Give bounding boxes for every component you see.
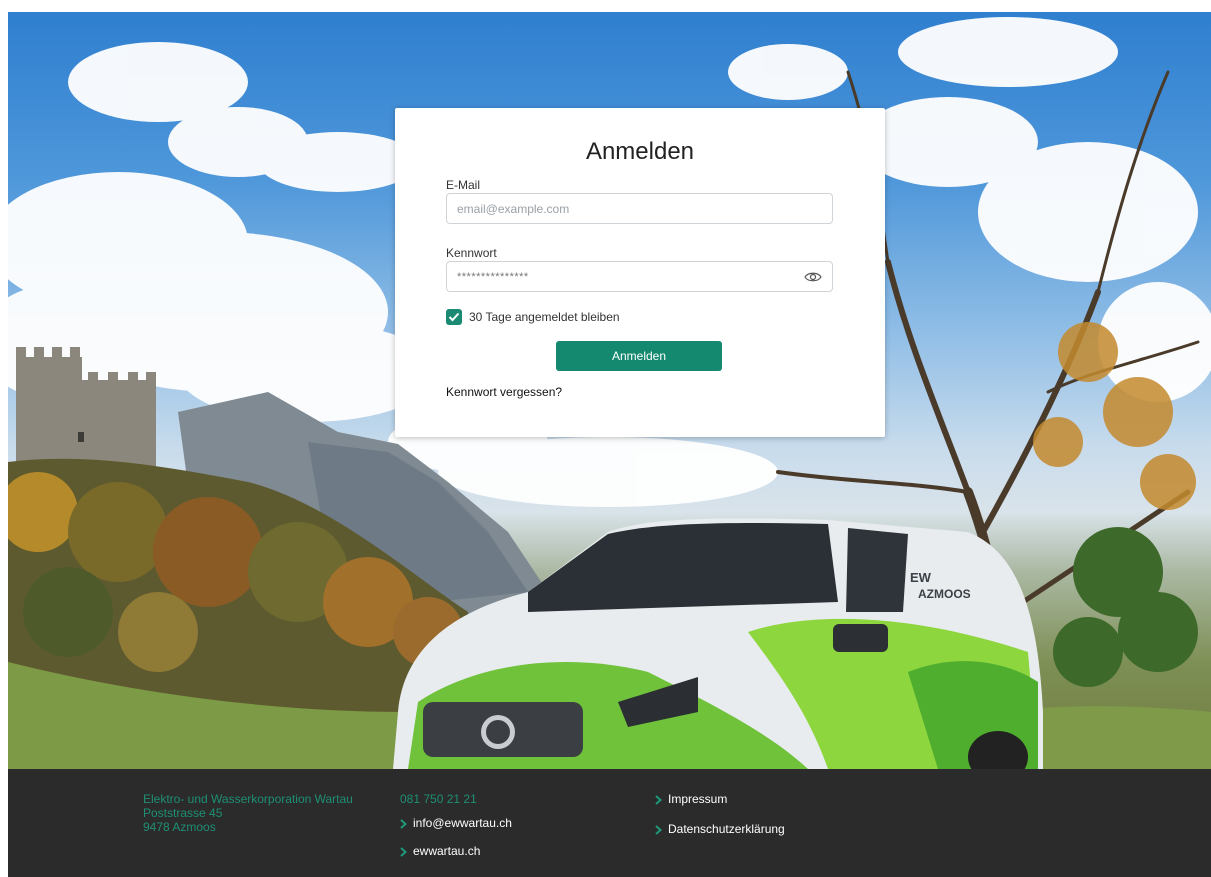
chevron-right-icon (400, 846, 408, 857)
footer: Elektro- und Wasserkorporation Wartau Po… (8, 769, 1211, 877)
chevron-right-icon (655, 794, 663, 805)
van-text-ew: EW (910, 570, 932, 585)
password-value: *************** (457, 270, 529, 283)
street: Poststrasse 45 (143, 806, 223, 820)
email-link[interactable]: info@ewwartau.ch (400, 816, 512, 830)
privacy-link-label: Datenschutzerklärung (668, 822, 785, 836)
company-name: Elektro- und Wasserkorporation Wartau (143, 792, 353, 806)
privacy-link[interactable]: Datenschutzerklärung (655, 822, 785, 836)
van-text-azmoos: AZMOOS (918, 587, 971, 601)
phone-number[interactable]: 081 750 21 21 (400, 792, 512, 806)
remember-me[interactable]: 30 Tage angemeldet bleiben (446, 309, 620, 325)
website-link[interactable]: ewwartau.ch (400, 844, 512, 858)
footer-legal: Impressum Datenschutzerklärung (655, 792, 785, 836)
email-placeholder: email@example.com (457, 201, 570, 216)
impressum-link-label: Impressum (668, 792, 728, 806)
password-field[interactable]: *************** (446, 261, 833, 292)
remember-label: 30 Tage angemeldet bleiben (469, 310, 620, 324)
city: 9478 Azmoos (143, 820, 216, 834)
impressum-link[interactable]: Impressum (655, 792, 785, 806)
show-password-eye-icon[interactable] (804, 271, 822, 283)
forgot-password-link[interactable]: Kennwort vergessen? (446, 385, 562, 399)
footer-contact: 081 750 21 21 info@ewwartau.ch ewwartau.… (400, 792, 512, 858)
website-link-label: ewwartau.ch (413, 844, 481, 858)
check-icon (448, 312, 460, 322)
footer-address: Elektro- und Wasserkorporation Wartau Po… (143, 792, 353, 834)
chevron-right-icon (655, 824, 663, 835)
login-page: EW AZMOOS Anmelden E-Mail email@example.… (8, 12, 1211, 877)
email-field[interactable]: email@example.com (446, 193, 833, 224)
chevron-right-icon (400, 818, 408, 829)
login-button[interactable]: Anmelden (556, 341, 722, 371)
remember-checkbox[interactable] (446, 309, 462, 325)
password-label: Kennwort (446, 246, 497, 260)
email-label: E-Mail (446, 178, 481, 192)
page-title: Anmelden (585, 138, 695, 165)
email-link-label: info@ewwartau.ch (413, 816, 512, 830)
login-card: Anmelden E-Mail email@example.com Kennwo… (395, 108, 885, 437)
